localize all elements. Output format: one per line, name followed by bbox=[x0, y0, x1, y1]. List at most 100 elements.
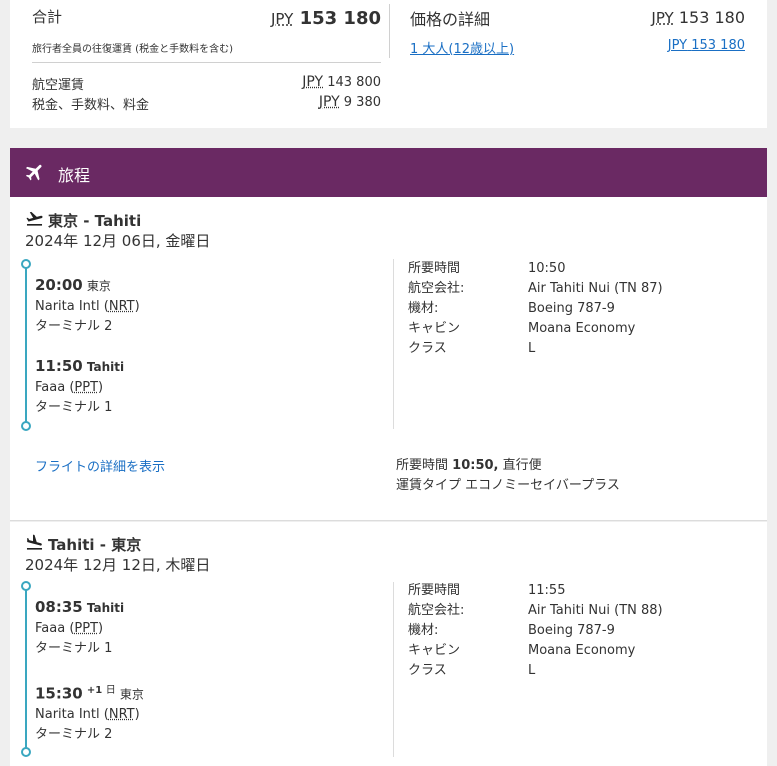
airport-code: NRT bbox=[108, 299, 135, 314]
itinerary-header: 旅程 bbox=[10, 148, 767, 197]
passenger-price-link[interactable]: 1 大人(12歳以上) bbox=[410, 38, 514, 57]
plane-departure-icon bbox=[26, 211, 43, 226]
price-detail-title: 価格の詳細 bbox=[410, 10, 491, 29]
detail-label: 機材: bbox=[408, 301, 439, 316]
segment-route-text: Tahiti - 東京 bbox=[48, 536, 142, 554]
plane-icon bbox=[25, 164, 42, 181]
detail-label: キャビン bbox=[408, 321, 461, 336]
divider bbox=[32, 62, 381, 63]
currency-code: JPY bbox=[651, 9, 674, 27]
detail-value: 11:55 bbox=[528, 583, 566, 598]
flight-segment-return: Tahiti - 東京 2024年 12月 12日, 木曜日 08:35 Tah… bbox=[10, 522, 767, 766]
arrival-city: Tahiti bbox=[86, 360, 125, 374]
timeline-dot bbox=[21, 581, 31, 591]
price-detail-total-value: 153 180 bbox=[678, 8, 745, 27]
currency-code: JPY bbox=[270, 10, 294, 28]
detail-label: 航空会社: bbox=[408, 603, 465, 618]
airport-code: NRT bbox=[108, 707, 135, 723]
arrival-terminal: ターミナル 2 bbox=[35, 727, 113, 743]
tax-amount-value: 9 380 bbox=[343, 95, 381, 110]
detail-label: クラス bbox=[408, 663, 447, 678]
detail-value: Moana Economy bbox=[528, 643, 636, 658]
timeline-dot bbox=[21, 421, 31, 431]
airport-name: Narita Intl bbox=[35, 707, 100, 723]
detail-value: 10:50 bbox=[528, 261, 566, 276]
flight-summary: 所要時間 10:50, 直行便 運賃タイプ エコノミーセイバープラス bbox=[396, 456, 620, 496]
detail-value: Boeing 787-9 bbox=[528, 623, 615, 638]
detail-value: Moana Economy bbox=[528, 321, 636, 336]
departure-airport: Faaa (PPT) bbox=[35, 621, 104, 636]
plane-arrival-icon bbox=[26, 534, 43, 550]
tax-label: 税金、手数料、料金 bbox=[32, 98, 150, 113]
summary-direct: 直行便 bbox=[502, 458, 542, 473]
currency-code: JPY bbox=[318, 94, 340, 110]
summary-duration-line: 所要時間 10:50, 直行便 bbox=[396, 456, 620, 476]
detail-label: 機材: bbox=[408, 623, 439, 638]
departure-stop: 08:35 Tahiti Faaa (PPT) ターミナル 1 bbox=[35, 597, 124, 659]
total-note: 旅行者全員の往復運賃 (税金と手数料を含む) bbox=[32, 44, 233, 55]
departure-time: 20:00 bbox=[35, 276, 83, 294]
arrival-city: 東京 bbox=[119, 687, 144, 702]
day-offset-value: +1 bbox=[86, 685, 103, 696]
segment-date: 2024年 12月 12日, 木曜日 bbox=[25, 556, 211, 574]
segment-date: 2024年 12月 06日, 金曜日 bbox=[25, 232, 211, 250]
airport-name: Faaa bbox=[35, 380, 66, 395]
arrival-time: 11:50 bbox=[35, 357, 83, 375]
day-offset-unit: 日 bbox=[105, 685, 116, 696]
arrival-stop: 11:50 Tahiti Faaa (PPT) ターミナル 1 bbox=[35, 356, 124, 418]
summary-fare-type: 運賃タイプ エコノミーセイバープラス bbox=[396, 478, 620, 493]
arrival-stop: 15:30 +1 日 東京 Narita Intl (NRT) ターミナル 2 bbox=[35, 681, 144, 745]
airport-code: PPT bbox=[74, 380, 99, 395]
currency-code: JPY bbox=[667, 38, 688, 53]
tax-amount: JPY 9 380 bbox=[319, 94, 381, 110]
currency-code: JPY bbox=[302, 74, 324, 90]
airport-name: Faaa bbox=[35, 621, 66, 636]
total-amount: JPY 153 180 bbox=[271, 8, 381, 29]
arrival-airport: Narita Intl (NRT) bbox=[35, 707, 140, 723]
timeline-dot bbox=[21, 259, 31, 269]
detail-label: 所要時間 bbox=[408, 583, 461, 598]
detail-label: 所要時間 bbox=[408, 261, 461, 276]
fare-label: 航空運賃 bbox=[32, 78, 85, 93]
arrival-terminal: ターミナル 1 bbox=[35, 400, 113, 415]
departure-airport: Narita Intl (NRT) bbox=[35, 299, 140, 314]
fare-amount: JPY 143 800 bbox=[302, 74, 381, 90]
timeline-line bbox=[25, 268, 27, 426]
detail-value: Air Tahiti Nui (TN 88) bbox=[528, 603, 663, 618]
total-label: 合計 bbox=[32, 8, 63, 26]
segment-route-text: 東京 - Tahiti bbox=[48, 212, 142, 230]
timeline-dot bbox=[21, 747, 31, 757]
vertical-divider bbox=[393, 582, 394, 757]
detail-value: Air Tahiti Nui (TN 87) bbox=[528, 281, 663, 296]
detail-label: 航空会社: bbox=[408, 281, 465, 296]
departure-city: 東京 bbox=[86, 279, 111, 293]
flight-details-link[interactable]: フライトの詳細を表示 bbox=[35, 456, 165, 475]
detail-value: Boeing 787-9 bbox=[528, 301, 615, 316]
vertical-divider bbox=[389, 4, 390, 58]
departure-terminal: ターミナル 2 bbox=[35, 319, 113, 334]
itinerary-title: 旅程 bbox=[58, 166, 91, 185]
price-detail-total: JPY 153 180 bbox=[651, 8, 745, 27]
passenger-amount-value: 153 180 bbox=[691, 38, 745, 53]
departure-terminal: ターミナル 1 bbox=[35, 641, 113, 656]
detail-label: クラス bbox=[408, 341, 447, 356]
airport-name: Narita Intl bbox=[35, 299, 100, 314]
flight-segment-outbound: 東京 - Tahiti 2024年 12月 06日, 金曜日 20:00 東京 … bbox=[10, 197, 767, 521]
passenger-price-amount-link[interactable]: JPY 153 180 bbox=[668, 38, 745, 53]
vertical-divider bbox=[393, 259, 394, 429]
total-amount-value: 153 180 bbox=[299, 8, 381, 29]
arrival-airport: Faaa (PPT) bbox=[35, 380, 104, 395]
summary-duration: 10:50, bbox=[452, 458, 499, 473]
detail-value: L bbox=[528, 663, 536, 678]
day-offset: +1 日 bbox=[87, 685, 116, 696]
departure-stop: 20:00 東京 Narita Intl (NRT) ターミナル 2 bbox=[35, 275, 140, 337]
fare-amount-value: 143 800 bbox=[327, 75, 381, 90]
detail-value: L bbox=[528, 341, 536, 356]
price-summary-card: 合計 JPY 153 180 旅行者全員の往復運賃 (税金と手数料を含む) 航空… bbox=[10, 0, 767, 128]
detail-label: キャビン bbox=[408, 643, 461, 658]
departure-city: Tahiti bbox=[86, 601, 125, 615]
airport-code: PPT bbox=[74, 621, 99, 636]
summary-duration-label: 所要時間 bbox=[396, 458, 449, 473]
departure-time: 08:35 bbox=[35, 598, 83, 616]
timeline-line bbox=[25, 590, 27, 752]
